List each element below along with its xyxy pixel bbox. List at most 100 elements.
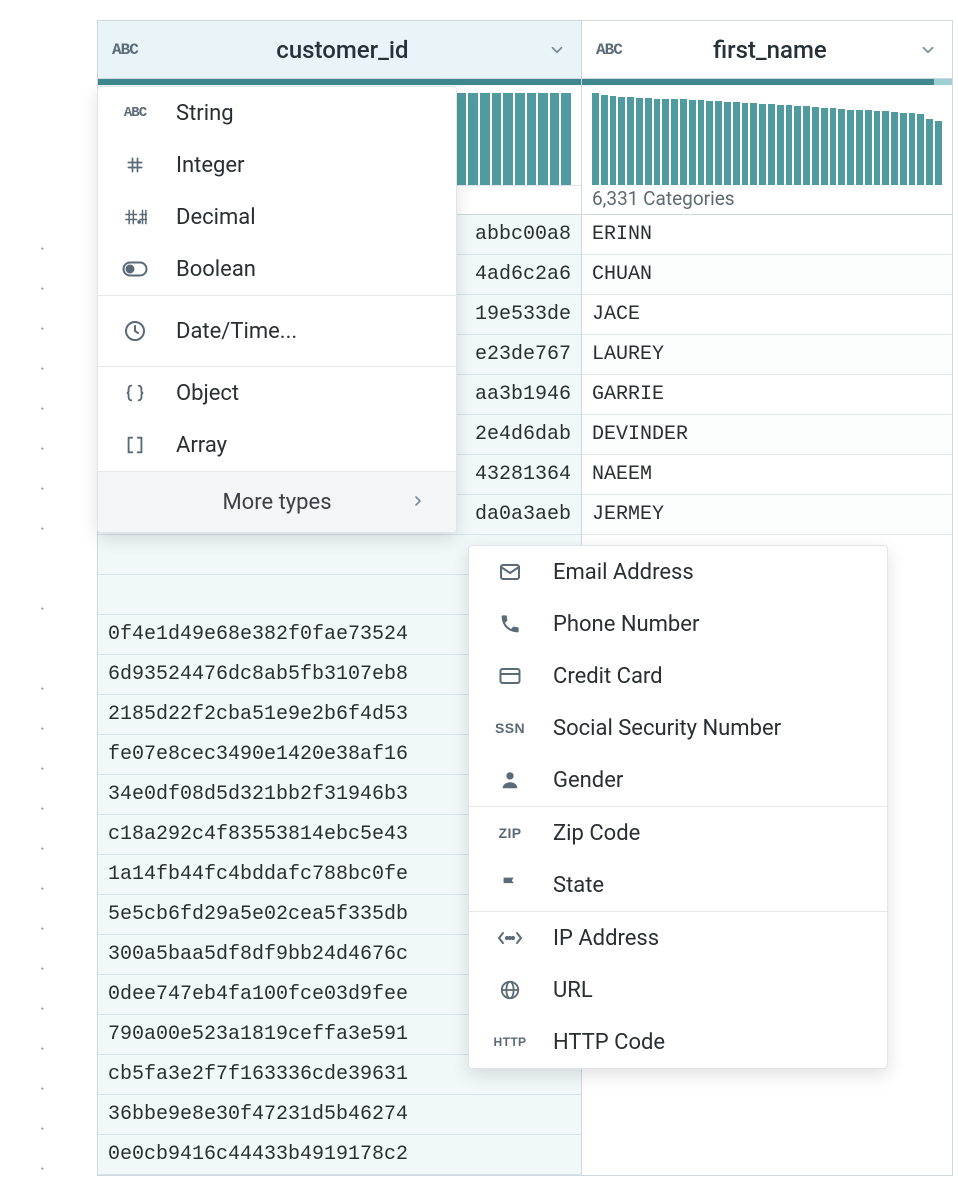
menu-label: Date/Time... (176, 319, 297, 344)
phone-icon (493, 607, 527, 641)
menu-label: Boolean (176, 257, 256, 282)
row-dot: · (40, 430, 45, 470)
object-icon (118, 376, 152, 410)
menu-item-decimal[interactable]: Decimal (98, 191, 456, 243)
globe-icon (493, 973, 527, 1007)
column-header-first-name[interactable]: ABC first_name (582, 21, 952, 79)
histogram-bar (865, 110, 872, 185)
column-header-customer-id[interactable]: ABC customer_id (98, 21, 581, 79)
histogram-bar (662, 99, 669, 185)
histogram-bar (874, 111, 881, 185)
column-name-label: customer_id (138, 36, 547, 64)
ssn-icon: SSN (493, 711, 527, 745)
histogram-bar (627, 97, 634, 185)
row-dot: · (40, 390, 45, 430)
table-cell[interactable]: LAUREY (582, 335, 952, 375)
histogram-bar (468, 93, 478, 185)
menu-label: Object (176, 381, 239, 406)
table-cell[interactable]: NAEEM (582, 455, 952, 495)
table-cell[interactable]: DEVINDER (582, 415, 952, 455)
menu-item-datetime[interactable]: Date/Time... (98, 296, 456, 366)
row-dot (40, 550, 45, 590)
histogram-bar (891, 112, 898, 185)
menu-item-gender[interactable]: Gender (469, 754, 887, 806)
table-cell[interactable]: 36bbe9e8e30f47231d5b46274 (98, 1095, 581, 1135)
histogram-bar (610, 96, 617, 185)
histogram-bar (550, 93, 560, 185)
row-dot: · (40, 1150, 45, 1190)
histogram-bar (527, 93, 537, 185)
menu-item-phone[interactable]: Phone Number (469, 598, 887, 650)
menu-label: URL (553, 978, 593, 1003)
menu-item-array[interactable]: Array (98, 419, 456, 471)
clock-icon (118, 314, 152, 348)
histogram-bar (689, 100, 696, 185)
histogram-bar (900, 113, 907, 185)
row-dot: · (40, 510, 45, 550)
histogram-bar (480, 93, 490, 185)
table-cell[interactable]: JERMEY (582, 495, 952, 535)
http-icon: HTTP (493, 1025, 527, 1059)
menu-item-ssn[interactable]: SSN Social Security Number (469, 702, 887, 754)
chevron-down-icon[interactable] (547, 40, 567, 60)
histogram-bar (698, 100, 705, 185)
chevron-down-icon[interactable] (918, 40, 938, 60)
row-dot: · (40, 1070, 45, 1110)
cells-first-name: ERINNCHUANJACELAUREYGARRIEDEVINDERNAEEMJ… (582, 215, 952, 535)
histogram-bar (750, 103, 757, 185)
row-dot: · (40, 470, 45, 510)
menu-item-ip[interactable]: IP Address (469, 912, 887, 964)
histogram-bar (847, 110, 854, 185)
menu-item-boolean[interactable]: Boolean (98, 243, 456, 295)
histogram-bar (601, 95, 608, 185)
menu-item-email[interactable]: Email Address (469, 546, 887, 598)
histogram-bar (645, 98, 652, 185)
table-cell[interactable]: JACE (582, 295, 952, 335)
menu-item-credit-card[interactable]: Credit Card (469, 650, 887, 702)
menu-item-string[interactable]: ABC String (98, 87, 456, 139)
categories-label: 6,331 Categories (582, 185, 952, 215)
menu-label: More types (222, 490, 331, 515)
row-dot: · (40, 230, 45, 270)
menu-item-http[interactable]: HTTP HTTP Code (469, 1016, 887, 1068)
menu-item-zip[interactable]: ZIP Zip Code (469, 807, 887, 859)
menu-item-state[interactable]: State (469, 859, 887, 911)
row-dot: · (40, 750, 45, 790)
table-cell[interactable]: 0e0cb9416c44433b4919178c2 (98, 1135, 581, 1175)
decimal-icon (118, 200, 152, 234)
table-cell[interactable]: GARRIE (582, 375, 952, 415)
histogram-bar (909, 113, 916, 185)
menu-item-object[interactable]: Object (98, 367, 456, 419)
histogram-bar (706, 101, 713, 185)
row-dot: · (40, 1030, 45, 1070)
histogram-bar (733, 102, 740, 185)
menu-item-more-types[interactable]: More types (98, 472, 456, 532)
histogram-bar (561, 93, 571, 185)
menu-label: Credit Card (553, 664, 663, 689)
histogram-bar (618, 97, 625, 185)
menu-item-integer[interactable]: Integer (98, 139, 456, 191)
menu-label: Integer (176, 153, 244, 178)
chevron-right-icon (410, 490, 426, 515)
row-dot: · (40, 310, 45, 350)
flag-icon (493, 868, 527, 902)
histogram-bar (759, 104, 766, 185)
row-dot: · (40, 1110, 45, 1150)
histogram-bar (515, 93, 525, 185)
menu-label: HTTP Code (553, 1030, 665, 1055)
menu-label: Gender (553, 768, 623, 793)
row-dot: · (40, 590, 45, 630)
menu-item-url[interactable]: URL (469, 964, 887, 1016)
integer-icon (118, 148, 152, 182)
histogram-bar (671, 99, 678, 185)
table-cell[interactable]: CHUAN (582, 255, 952, 295)
histogram-bar (794, 106, 801, 185)
histogram-bar (812, 107, 819, 185)
table-cell[interactable]: ERINN (582, 215, 952, 255)
credit-card-icon (493, 659, 527, 693)
histogram-bar (926, 119, 933, 185)
row-dot: · (40, 830, 45, 870)
histogram-bar (636, 98, 643, 185)
histogram-bar (742, 103, 749, 185)
type-badge-icon: ABC (596, 41, 622, 59)
